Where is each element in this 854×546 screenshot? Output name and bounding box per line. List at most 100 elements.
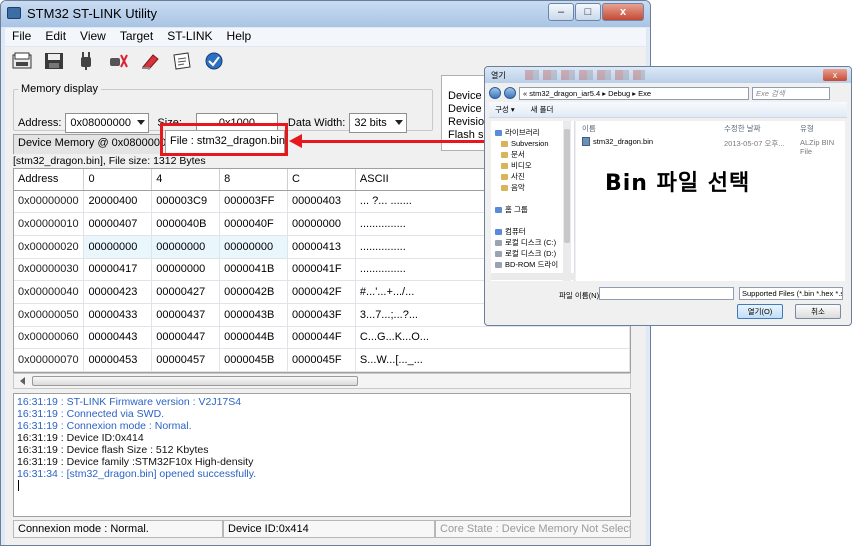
table-row[interactable]: 0x00000070 00000453 00000457 0000045B 000004…	[14, 348, 630, 372]
log-line: 16:31:19 : Connexion mode : Normal.	[17, 420, 192, 432]
address-cell[interactable]: 0x00000070	[14, 348, 85, 372]
address-cell[interactable]: 0x00000010	[14, 212, 85, 236]
new-folder-button[interactable]: 새 폴더	[531, 104, 554, 115]
data-cell[interactable]: 20000400	[83, 190, 153, 214]
data-cell[interactable]: 0000044F	[287, 326, 356, 350]
file-item[interactable]: stm32_dragon.bin	[582, 137, 653, 146]
connect-icon[interactable]	[73, 49, 99, 73]
dialog-close-button[interactable]: x	[823, 69, 847, 81]
menu-file[interactable]: File	[5, 28, 38, 46]
tab-device-memory[interactable]: Device Memory @ 0x08000000 :	[13, 134, 178, 154]
data-cell[interactable]: 00000433	[83, 303, 153, 327]
close-button[interactable]: x	[602, 3, 644, 21]
column-name[interactable]: 이름	[582, 123, 596, 134]
data-cell[interactable]: 0000045F	[287, 348, 356, 372]
menu-stlink[interactable]: ST-LINK	[160, 28, 219, 46]
horizontal-scrollbar[interactable]	[13, 373, 631, 389]
data-cell[interactable]: 00000447	[151, 326, 221, 350]
menu-target[interactable]: Target	[113, 28, 160, 46]
data-cell[interactable]: 0000041F	[287, 258, 356, 282]
column-header[interactable]: Address	[14, 169, 85, 191]
open-button[interactable]: 열기(O)	[737, 304, 783, 319]
address-combo[interactable]: 0x08000000	[65, 113, 150, 133]
data-cell[interactable]: 0000044B	[219, 326, 289, 350]
data-cell[interactable]: 0000043B	[219, 303, 289, 327]
title-bar[interactable]: STM32 ST-LINK Utility – □ x	[1, 1, 650, 27]
data-cell[interactable]: 000003C9	[151, 190, 221, 214]
back-icon[interactable]	[489, 87, 501, 99]
data-cell[interactable]: 00000403	[287, 190, 356, 214]
file-list[interactable]: 이름 수정한 날짜 유형 stm32_dragon.bin 2013-05-07…	[576, 121, 845, 281]
address-cell[interactable]: 0x00000060	[14, 326, 85, 350]
data-width-label: Data Width:	[287, 117, 346, 129]
column-header[interactable]: 8	[219, 169, 289, 191]
column-header[interactable]: 0	[83, 169, 153, 191]
column-header[interactable]: C	[287, 169, 356, 191]
cancel-button[interactable]: 취소	[795, 304, 841, 319]
data-cell[interactable]: 0000043F	[287, 303, 356, 327]
column-type[interactable]: 유형	[800, 123, 814, 134]
verify-icon[interactable]	[201, 49, 227, 73]
data-cell[interactable]: 0000042B	[219, 280, 289, 304]
column-header[interactable]: 4	[151, 169, 221, 191]
data-width-combo[interactable]: 32 bits	[349, 113, 408, 133]
filename-input[interactable]	[599, 287, 734, 300]
organize-button[interactable]: 구성 ▾	[495, 104, 515, 115]
data-cell[interactable]: 00000437	[151, 303, 221, 327]
data-cell[interactable]: 00000000	[151, 235, 221, 259]
address-cell[interactable]: 0x00000040	[14, 280, 85, 304]
menu-edit[interactable]: Edit	[38, 28, 73, 46]
library-icon	[495, 129, 502, 136]
data-cell[interactable]: 0000041B	[219, 258, 289, 282]
log-panel[interactable]: 16:31:19 : ST-LINK Firmware version : V2…	[13, 393, 631, 517]
menu-view[interactable]: View	[73, 28, 113, 46]
menu-help[interactable]: Help	[220, 28, 259, 46]
data-cell[interactable]: 000003FF	[219, 190, 289, 214]
save-icon[interactable]	[41, 49, 67, 73]
erase-icon[interactable]	[137, 49, 163, 73]
data-width-value: 32 bits	[354, 117, 387, 129]
scroll-thumb[interactable]	[564, 129, 570, 243]
data-cell[interactable]: 0000040B	[151, 212, 221, 236]
data-cell[interactable]: 00000000	[287, 212, 356, 236]
ascii-cell[interactable]: C...G...K...O...	[355, 326, 630, 350]
tree-item-label: BD-ROM 드라이	[505, 260, 559, 269]
data-cell[interactable]: 00000427	[151, 280, 221, 304]
dialog-title-bar[interactable]: 열기 x	[485, 67, 851, 83]
data-cell[interactable]: 0000045B	[219, 348, 289, 372]
address-cell[interactable]: 0x00000000	[14, 190, 85, 214]
data-cell[interactable]: 00000000	[151, 258, 221, 282]
address-cell[interactable]: 0x00000020	[14, 235, 85, 259]
table-row[interactable]: 0x00000060 00000443 00000447 0000044B 000004…	[14, 326, 630, 350]
disconnect-icon[interactable]	[105, 49, 131, 73]
open-icon[interactable]	[9, 49, 35, 73]
data-cell[interactable]: 00000453	[83, 348, 153, 372]
data-cell[interactable]: 0000040F	[219, 212, 289, 236]
file-type-filter[interactable]: Supported Files (*.bin *.hex *.s	[739, 287, 843, 300]
data-cell[interactable]: 0000042F	[287, 280, 356, 304]
search-input[interactable]: Exe 검색	[752, 86, 830, 100]
data-cell[interactable]: 00000407	[83, 212, 153, 236]
tree-scrollbar[interactable]	[563, 121, 571, 281]
program-icon[interactable]	[169, 49, 195, 73]
address-cell[interactable]: 0x00000030	[14, 258, 85, 282]
data-cell[interactable]: 00000423	[83, 280, 153, 304]
scroll-thumb[interactable]	[32, 376, 358, 386]
data-cell[interactable]: 00000457	[151, 348, 221, 372]
column-date[interactable]: 수정한 날짜	[724, 123, 761, 134]
minimize-button[interactable]: –	[548, 3, 574, 21]
data-cell[interactable]: 00000000	[219, 235, 289, 259]
tree-hscrollbar[interactable]	[491, 273, 575, 280]
scroll-left-icon[interactable]	[20, 377, 25, 385]
data-cell[interactable]: 00000000	[83, 235, 153, 259]
forward-icon[interactable]	[504, 87, 516, 99]
data-cell[interactable]: 00000413	[287, 235, 356, 259]
path-bar[interactable]: « stm32_dragon_iar5.4 ▸ Debug ▸ Exe	[519, 86, 749, 100]
address-cell[interactable]: 0x00000050	[14, 303, 85, 327]
data-cell[interactable]: 00000443	[83, 326, 153, 350]
ascii-cell[interactable]: S...W...[..._...	[355, 348, 630, 372]
data-cell[interactable]: 00000417	[83, 258, 153, 282]
chevron-down-icon[interactable]	[395, 120, 404, 125]
maximize-button[interactable]: □	[575, 3, 601, 21]
chevron-down-icon[interactable]	[137, 120, 146, 125]
